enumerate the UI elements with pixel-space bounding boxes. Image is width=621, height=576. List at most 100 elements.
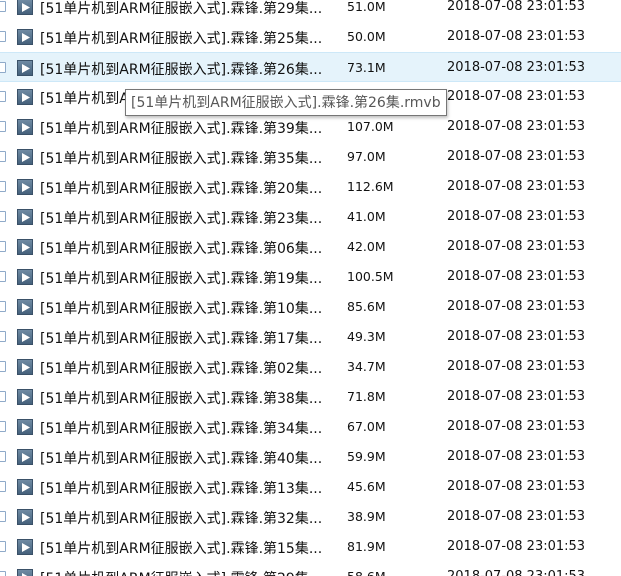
file-modified-date: 2018-07-08 23:01:53	[447, 389, 586, 404]
file-modified-date: 2018-07-08 23:01:53	[447, 209, 586, 224]
file-modified-date: 2018-07-08 23:01:53	[447, 60, 586, 75]
file-name[interactable]: [51单片机到ARM征服嵌入式].霖锋.第29集...	[40, 0, 340, 18]
file-name[interactable]: [51单片机到ARM征服嵌入式].霖锋.第17集...	[40, 328, 340, 348]
row-checkbox[interactable]	[0, 151, 6, 162]
file-row[interactable]: [51单片机到ARM征服嵌入式].霖锋.第02集... 34.7M 2018-07-…	[0, 352, 621, 382]
row-checkbox[interactable]	[0, 451, 6, 462]
file-modified-date: 2018-07-08 23:01:53	[447, 419, 586, 434]
file-row[interactable]: [51单片机到ARM征服嵌入式].霖锋.第39集... 107.0M 2018-07…	[0, 112, 621, 142]
video-file-icon	[17, 389, 33, 405]
row-checkbox[interactable]	[0, 391, 6, 402]
row-checkbox[interactable]	[0, 511, 6, 522]
row-checkbox[interactable]	[0, 241, 6, 252]
row-checkbox[interactable]	[0, 62, 6, 73]
file-name[interactable]: [51单片机到ARM征服嵌入式].霖锋.第35集...	[40, 148, 340, 168]
video-file-icon	[17, 179, 33, 195]
file-size: 100.5M	[347, 269, 394, 284]
file-modified-date: 2018-07-08 23:01:53	[447, 359, 586, 374]
file-row[interactable]: [51单片机到ARM征服嵌入式].霖锋.第20集... 112.6M 2018-07…	[0, 172, 621, 202]
file-row[interactable]: [51单片机到ARM征服嵌入式].霖锋.第40集... 59.9M 2018-07-…	[0, 442, 621, 472]
video-file-icon	[17, 509, 33, 525]
video-file-icon	[17, 119, 33, 135]
row-checkbox[interactable]	[0, 571, 6, 576]
file-size: 41.0M	[347, 209, 386, 224]
file-name[interactable]: [51单片机到ARM征服嵌入式].霖锋.第29集...	[40, 568, 340, 576]
file-row[interactable]: [51单片机到ARM征服嵌入式].霖锋.第15集... 81.9M 2018-07-…	[0, 532, 621, 562]
file-name[interactable]: [51单片机到ARM征服嵌入式].霖锋.第10集...	[40, 298, 340, 318]
row-checkbox[interactable]	[0, 91, 6, 102]
file-rows: [51单片机到ARM征服嵌入式].霖锋.第29集... 51.0M 2018-07-…	[0, 0, 621, 576]
video-file-icon	[17, 60, 33, 76]
file-name[interactable]: [51单片机到ARM征服嵌入式].霖锋.第40集...	[40, 448, 340, 468]
file-size: 67.0M	[347, 419, 386, 434]
file-size: 38.9M	[347, 509, 386, 524]
file-name[interactable]: [51单片机到ARM征服嵌入式].霖锋.第32集...	[40, 508, 340, 528]
file-row[interactable]: [51单片机到ARM征服嵌入式].霖锋.第26集... 73.1M 2018-07-…	[0, 52, 621, 82]
file-row[interactable]: [51单片机到ARM征服嵌入式].霖锋.第35集... 97.0M 2018-07-…	[0, 142, 621, 172]
file-name[interactable]: [51单片机到ARM征服嵌入式].霖锋.第02集...	[40, 358, 340, 378]
file-row[interactable]: [51单片机到ARM征服嵌入式].霖锋.第23集... 41.0M 2018-07-…	[0, 202, 621, 232]
row-checkbox[interactable]	[0, 271, 6, 282]
video-file-icon	[17, 479, 33, 495]
file-modified-date: 2018-07-08 23:01:53	[447, 239, 586, 254]
video-file-icon	[17, 539, 33, 555]
file-size: 73.1M	[347, 60, 386, 75]
file-modified-date: 2018-07-08 23:01:53	[447, 299, 586, 314]
file-row[interactable]: [51单片机到ARM征服嵌入式].霖锋.第32集... 38.9M 2018-07-…	[0, 502, 621, 532]
row-checkbox[interactable]	[0, 301, 6, 312]
file-list: [51单片机到ARM征服嵌入式].霖锋.第29集... 51.0M 2018-07-…	[0, 0, 621, 576]
file-name[interactable]: [51单片机到ARM征服嵌入式].霖锋.第38集...	[40, 388, 340, 408]
file-size: 97.0M	[347, 149, 386, 164]
row-checkbox[interactable]	[0, 331, 6, 342]
file-name[interactable]: [51单片机到ARM征服嵌入式].霖锋.第39集...	[40, 118, 340, 138]
file-size: 50.0M	[347, 29, 386, 44]
video-file-icon	[17, 269, 33, 285]
file-row[interactable]: [51单片机到ARM征服嵌入式].霖锋.第10集... 85.6M 2018-07-…	[0, 292, 621, 322]
file-row[interactable]: [51单片机到ARM征服嵌入式].霖锋.第17集... 49.3M 2018-07-…	[0, 322, 621, 352]
file-name[interactable]: [51单片机到ARM征服嵌入式].霖锋.第23集...	[40, 208, 340, 228]
file-size: 71.8M	[347, 389, 386, 404]
row-checkbox[interactable]	[0, 1, 6, 12]
file-name[interactable]: [51单片机到ARM征服嵌入式].霖锋.第19集...	[40, 268, 340, 288]
file-size: 51.0M	[347, 0, 386, 14]
file-name[interactable]: [51单片机到ARM征服嵌入式].霖锋.第06集...	[40, 238, 340, 258]
file-modified-date: 2018-07-08 23:01:53	[447, 329, 586, 344]
video-file-icon	[17, 419, 33, 435]
file-modified-date: 2018-07-08 23:01:53	[447, 0, 586, 14]
file-row[interactable]: [51单片机到ARM征服嵌入式].霖锋.第06集... 42.0M 2018-07-…	[0, 232, 621, 262]
file-row[interactable]: [51单片机到ARM征服嵌入式].霖锋.第25集... 50.0M 2018-07-…	[0, 22, 621, 52]
row-checkbox[interactable]	[0, 421, 6, 432]
row-checkbox[interactable]	[0, 31, 6, 42]
file-row[interactable]: [51单片机到ARM征服嵌入式].霖锋.第29集... 51.0M 2018-07-…	[0, 0, 621, 22]
row-checkbox[interactable]	[0, 361, 6, 372]
file-modified-date: 2018-07-08 23:01:53	[447, 569, 585, 576]
row-checkbox[interactable]	[0, 211, 6, 222]
file-row[interactable]: [51单片机到ARM征服嵌入式].霖锋.第13集... 45.6M 2018-07-…	[0, 472, 621, 502]
file-modified-date: 2018-07-08 23:01:53	[447, 89, 586, 104]
file-name[interactable]: [51单片机到ARM征服嵌入式].霖锋.第20集...	[40, 178, 340, 198]
file-name[interactable]: [51单片机到ARM征服嵌入式].霖锋.第15集...	[40, 538, 340, 558]
file-size: 112.6M	[347, 179, 394, 194]
video-file-icon	[17, 29, 33, 45]
file-modified-date: 2018-07-08 23:01:53	[447, 269, 586, 284]
video-file-icon	[17, 359, 33, 375]
video-file-icon	[17, 569, 33, 576]
video-file-icon	[17, 89, 33, 105]
file-name[interactable]: [51单片机到ARM征服嵌入式].霖锋.第13集...	[40, 478, 340, 498]
file-row[interactable]: [51单片机到ARM征服嵌入式].霖锋.第29集... 58.6M 2018-07-…	[0, 562, 621, 576]
file-size: 81.9M	[347, 539, 386, 554]
file-row[interactable]: [51单片机到ARM征服嵌入式].霖锋.第34集... 67.0M 2018-07-…	[0, 412, 621, 442]
file-name[interactable]: [51单片机到ARM征服嵌入式].霖锋.第26集...	[40, 59, 340, 79]
file-size: 107.0M	[347, 119, 394, 134]
file-row[interactable]: [51单片机到ARM征服嵌入式].霖锋.第38集... 71.8M 2018-07-…	[0, 382, 621, 412]
video-file-icon	[17, 209, 33, 225]
file-size: 49.3M	[347, 329, 386, 344]
file-row[interactable]: [51单片机到ARM征服嵌入式].霖锋.第19集... 100.5M 2018-07…	[0, 262, 621, 292]
file-modified-date: 2018-07-08 23:01:53	[447, 119, 586, 134]
row-checkbox[interactable]	[0, 181, 6, 192]
file-name[interactable]: [51单片机到ARM征服嵌入式].霖锋.第34集...	[40, 418, 340, 438]
row-checkbox[interactable]	[0, 121, 6, 132]
row-checkbox[interactable]	[0, 541, 6, 552]
row-checkbox[interactable]	[0, 481, 6, 492]
file-name[interactable]: [51单片机到ARM征服嵌入式].霖锋.第25集...	[40, 28, 340, 48]
